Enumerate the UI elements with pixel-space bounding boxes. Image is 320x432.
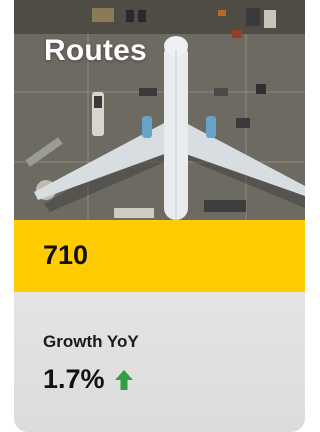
growth-value: 1.7%	[43, 364, 105, 394]
airplane-illustration	[14, 0, 305, 220]
card-title: Routes	[44, 34, 147, 67]
value-band: 710	[14, 220, 305, 292]
growth-panel: Growth YoY 1.7%	[14, 292, 305, 432]
routes-card[interactable]: Routes 710 Growth YoY 1.7%	[14, 0, 305, 432]
airport-apron-image: Routes	[14, 0, 305, 220]
routes-count: 710	[43, 240, 89, 270]
growth-value-row: 1.7%	[43, 364, 134, 395]
arrow-up-icon	[114, 369, 134, 391]
growth-label: Growth YoY	[43, 332, 139, 351]
